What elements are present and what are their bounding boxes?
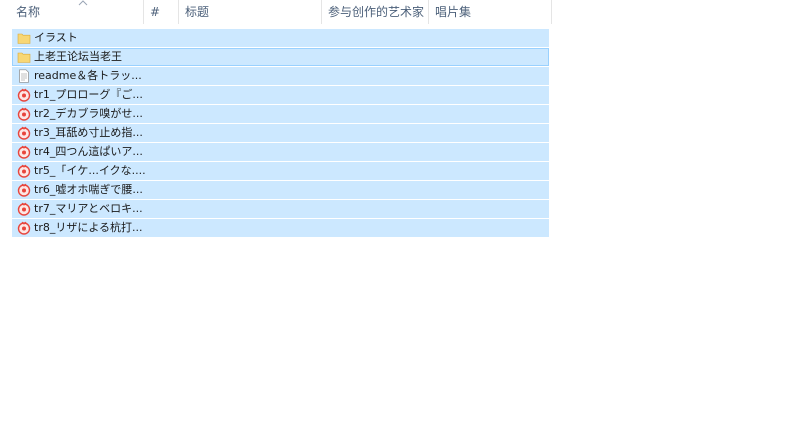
file-name: tr1_プロローグ『ご... — [34, 88, 143, 101]
column-album[interactable]: 唱片集 — [429, 0, 552, 24]
media-file-icon — [17, 202, 31, 216]
file-row[interactable]: tr6_嘘オホ喘ぎで腰... — [12, 181, 549, 199]
text-file-icon — [19, 69, 29, 83]
file-name: tr7_マリアとベロキ... — [34, 202, 143, 215]
column-name[interactable]: 名称 — [8, 0, 144, 24]
column-number-label: # — [150, 5, 161, 19]
media-file-icon — [17, 107, 31, 121]
file-name: 上老王论坛当老王 — [34, 50, 122, 63]
folder-icon — [17, 33, 31, 44]
media-file-icon — [17, 88, 31, 102]
column-title[interactable]: 标题 — [179, 0, 322, 24]
file-name: tr5_「イケ...イクな.... — [34, 164, 146, 177]
folder-icon — [17, 52, 31, 63]
file-name: tr2_デカブラ嗅がせ... — [34, 107, 143, 120]
file-row[interactable]: イラスト — [12, 29, 549, 47]
file-row[interactable]: readme＆各トラッ... — [12, 67, 549, 85]
file-row[interactable]: tr3_耳舐め寸止め指... — [12, 124, 549, 142]
file-row[interactable]: tr1_プロローグ『ご... — [12, 86, 549, 104]
file-row[interactable]: tr7_マリアとベロキ... — [12, 200, 549, 218]
media-file-icon — [17, 126, 31, 140]
file-row[interactable]: tr5_「イケ...イクな.... — [12, 162, 549, 180]
file-name: イラスト — [34, 31, 78, 44]
file-explorer: 名称 # 标题 参与创作的艺术家 唱片集 イラスト 上老王论坛当老王 readm… — [0, 0, 800, 425]
column-header: 名称 # 标题 参与创作的艺术家 唱片集 — [0, 0, 552, 24]
column-artist[interactable]: 参与创作的艺术家 — [322, 0, 429, 24]
file-row[interactable]: tr2_デカブラ嗅がせ... — [12, 105, 549, 123]
column-title-label: 标题 — [185, 5, 210, 19]
column-number[interactable]: # — [144, 0, 179, 24]
media-file-icon — [17, 145, 31, 159]
sort-ascending-icon — [78, 0, 88, 6]
file-name: tr8_リザによる杭打... — [34, 221, 143, 234]
file-name: tr4_四つん這ぱいア... — [34, 145, 143, 158]
file-row[interactable]: 上老王论坛当老王 — [12, 48, 549, 66]
column-name-label: 名称 — [16, 5, 41, 19]
file-row[interactable]: tr4_四つん這ぱいア... — [12, 143, 549, 161]
file-row[interactable]: tr8_リザによる杭打... — [12, 219, 549, 237]
media-file-icon — [17, 221, 31, 235]
column-artist-label: 参与创作的艺术家 — [328, 5, 425, 19]
file-list: イラスト 上老王论坛当老王 readme＆各トラッ... tr1_プロローグ『ご… — [12, 29, 549, 238]
file-name: tr3_耳舐め寸止め指... — [34, 126, 143, 139]
column-album-label: 唱片集 — [435, 5, 472, 19]
media-file-icon — [17, 183, 31, 197]
media-file-icon — [17, 164, 31, 178]
file-name: readme＆各トラッ... — [34, 69, 142, 82]
file-name: tr6_嘘オホ喘ぎで腰... — [34, 183, 143, 196]
